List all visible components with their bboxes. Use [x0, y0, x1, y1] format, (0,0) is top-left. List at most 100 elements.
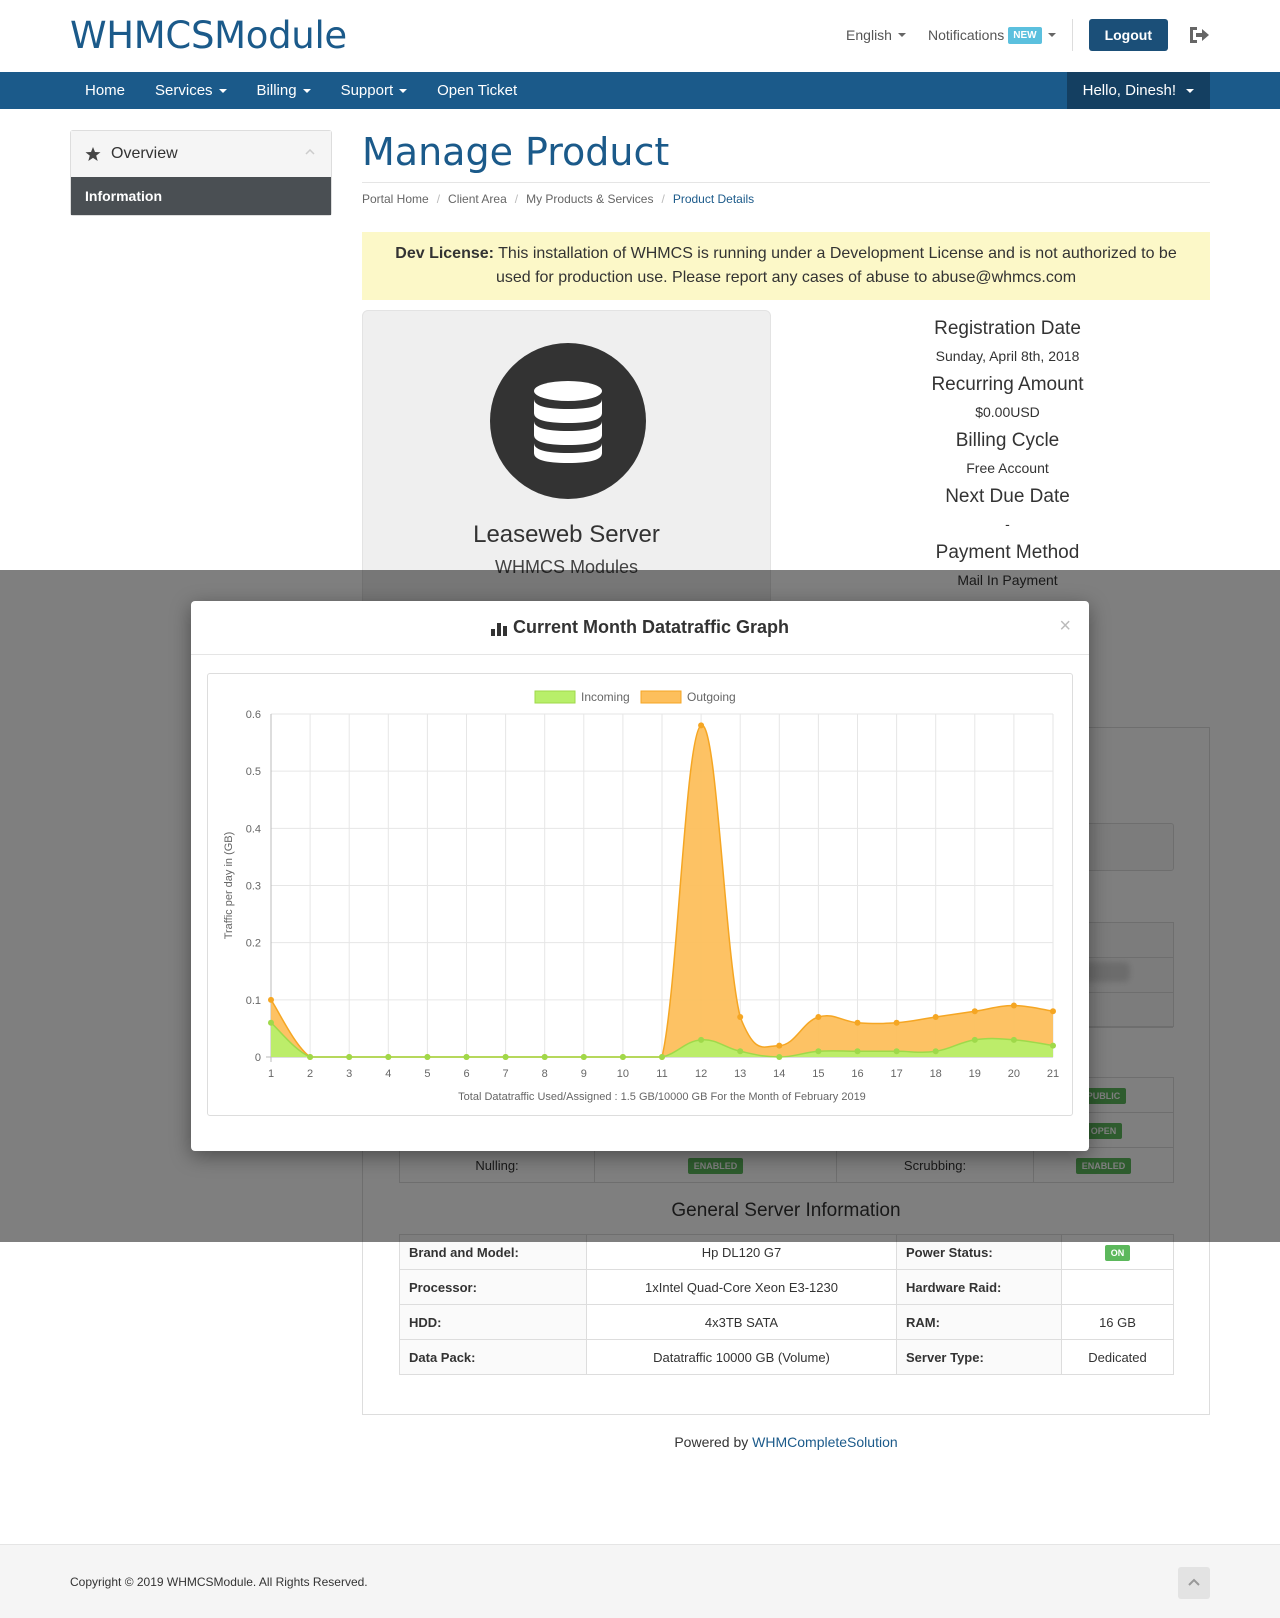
power-status-badge: ON	[1104, 1244, 1131, 1261]
x-tick-label: 4	[385, 1068, 391, 1080]
nav-support-label: Support	[340, 82, 394, 99]
caret-down-icon	[302, 88, 311, 93]
payment-method-label: Payment Method	[935, 542, 1080, 563]
y-tick-label: 0.6	[246, 709, 261, 721]
y-axis-label: Traffic per day in (GB)	[223, 832, 235, 940]
breadcrumb-products[interactable]: My Products & Services	[526, 192, 653, 206]
nav-services[interactable]: Services	[140, 72, 242, 109]
incoming-point	[385, 1054, 392, 1060]
incoming-point	[580, 1054, 587, 1060]
breadcrumb: Portal Home / Client Area / My Products …	[362, 192, 1210, 206]
x-tick-label: 1	[268, 1068, 274, 1080]
nav-open-ticket[interactable]: Open Ticket	[422, 72, 532, 109]
caret-down-icon	[218, 88, 227, 93]
outgoing-point	[698, 722, 705, 729]
outgoing-point	[737, 1013, 744, 1020]
outgoing-point	[1010, 1002, 1017, 1009]
modal-header: Current Month Datatraffic Graph ×	[191, 601, 1089, 655]
incoming-point	[932, 1048, 939, 1055]
chart-container: 0 0.1 0.2 0.3 0.4 0.5 0.6 1 2 3 4 5 6 7 8 9 10 11 12 13 14 15…	[207, 673, 1073, 1116]
sidebar-title: Overview	[111, 145, 178, 162]
caret-down-icon	[1047, 33, 1056, 37]
modal-title: Current Month Datatraffic Graph	[490, 617, 789, 638]
close-icon[interactable]: ×	[1059, 615, 1071, 638]
row-value: 4x3TB SATA	[586, 1304, 897, 1340]
alert-text: This installation of WHMCS is running un…	[495, 245, 1177, 286]
sidebar-header[interactable]: Overview	[71, 131, 331, 177]
nav-support[interactable]: Support	[326, 72, 423, 109]
header-actions: English Notifications NEW Logout	[824, 19, 1210, 51]
row-value: 16 GB	[1061, 1304, 1174, 1340]
incoming-point	[346, 1054, 353, 1060]
x-tick-label: 7	[503, 1068, 509, 1080]
nav-home[interactable]: Home	[70, 72, 140, 109]
billing-cycle-value: Free Account	[966, 460, 1049, 476]
x-tick-label: 17	[890, 1068, 902, 1080]
caret-down-icon	[897, 33, 906, 37]
sidebar-item-information[interactable]: Information	[71, 177, 331, 215]
incoming-point	[541, 1054, 548, 1060]
legend-swatch	[640, 690, 682, 704]
x-tick-label: 13	[734, 1068, 746, 1080]
modal-title-text: Current Month Datatraffic Graph	[512, 617, 789, 637]
outgoing-point	[854, 1019, 861, 1026]
nav-open-ticket-label: Open Ticket	[437, 82, 518, 99]
main-navbar: Home Services Billing Support Open Ticke…	[0, 72, 1280, 109]
back-to-top-button[interactable]	[1178, 1567, 1210, 1599]
x-tick-label: 5	[424, 1068, 430, 1080]
billing-info: Registration Date Sunday, April 8th, 201…	[845, 318, 1170, 598]
row-value: 1xIntel Quad-Core Xeon E3-1230	[586, 1269, 897, 1305]
x-tick-label: 11	[656, 1068, 667, 1080]
table-row: HDD: 4x3TB SATA RAM: 16 GB	[399, 1304, 1174, 1340]
bar-chart-icon	[490, 622, 507, 636]
x-tick-label: 3	[346, 1068, 352, 1080]
language-dropdown[interactable]: English	[846, 27, 906, 43]
breadcrumb-portal-home[interactable]: Portal Home	[362, 192, 429, 206]
breadcrumb-client-area[interactable]: Client Area	[448, 192, 507, 206]
nav-billing[interactable]: Billing	[242, 72, 326, 109]
logout-button[interactable]: Logout	[1088, 19, 1168, 51]
y-tick-label: 0.5	[246, 766, 261, 778]
incoming-point	[971, 1036, 978, 1043]
legend-label: Outgoing	[687, 690, 736, 704]
chevron-up-icon[interactable]	[305, 149, 315, 155]
incoming-point	[776, 1054, 783, 1060]
x-tick-label: 10	[617, 1068, 629, 1080]
x-tick-label: 16	[851, 1068, 863, 1080]
y-tick-label: 0.1	[246, 995, 261, 1007]
footer: Copyright © 2019 WHMCSModule. All Rights…	[0, 1544, 1280, 1618]
legend-label: Incoming	[581, 690, 630, 704]
x-tick-label: 20	[1008, 1068, 1020, 1080]
breadcrumb-product-details: Product Details	[672, 192, 755, 206]
notifications-dropdown[interactable]: Notifications NEW	[928, 26, 1056, 44]
site-logo[interactable]: WHMCSModule	[70, 14, 347, 57]
row-key: Hardware Raid:	[896, 1269, 1062, 1305]
breadcrumb-separator: /	[661, 192, 665, 206]
y-tick-label: 0.4	[246, 823, 261, 835]
y-tick-label: 0.2	[246, 938, 261, 950]
outgoing-point	[971, 1008, 978, 1015]
user-menu[interactable]: Hello, Dinesh!	[1066, 72, 1210, 109]
incoming-point	[737, 1048, 744, 1055]
incoming-point	[698, 1036, 705, 1043]
next-due-date-value: -	[1005, 516, 1010, 532]
language-label: English	[846, 27, 892, 43]
row-value: Datatraffic 10000 GB (Volume)	[586, 1339, 897, 1375]
sign-out-icon[interactable]	[1188, 25, 1210, 45]
registration-date-label: Registration Date	[934, 318, 1081, 339]
outgoing-point	[268, 996, 274, 1003]
x-tick-label: 12	[695, 1068, 707, 1080]
page-title: Manage Product	[362, 130, 1210, 183]
y-tick-label: 0	[255, 1052, 261, 1064]
dev-license-alert: Dev License: This installation of WHMCS …	[362, 232, 1210, 300]
row-value	[1061, 1269, 1174, 1305]
user-greeting: Hello, Dinesh!	[1082, 82, 1176, 99]
incoming-point	[463, 1054, 470, 1060]
y-tick-label: 0.3	[246, 881, 261, 893]
new-badge: NEW	[1008, 26, 1042, 44]
powered-link[interactable]: WHMCompleteSolution	[752, 1434, 898, 1450]
caret-down-icon	[399, 88, 408, 93]
x-tick-label: 6	[463, 1068, 469, 1080]
incoming-point	[619, 1054, 626, 1060]
recurring-amount-value: $0.00USD	[975, 404, 1040, 420]
